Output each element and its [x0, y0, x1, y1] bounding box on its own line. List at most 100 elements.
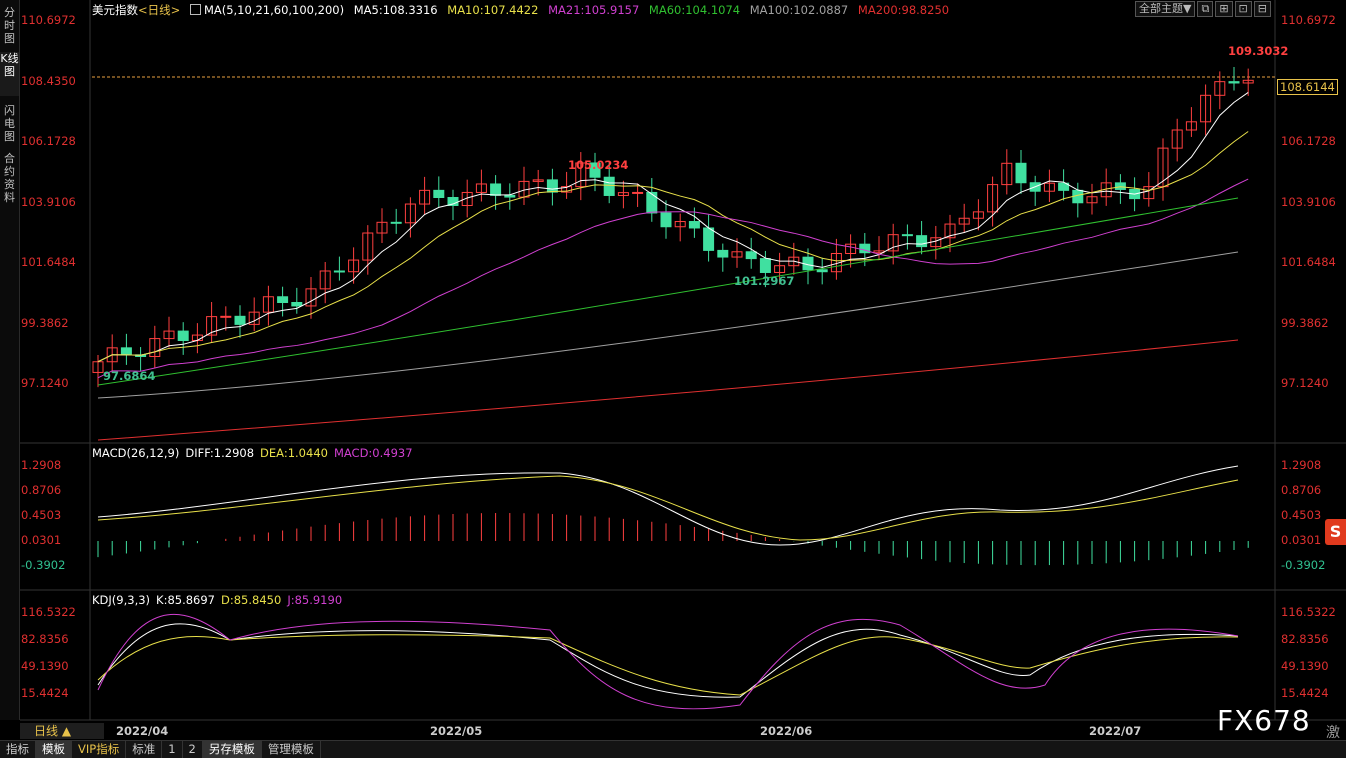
y-tick-left: 106.1728 [21, 134, 76, 148]
candle-body [717, 249, 729, 258]
macd-dea: DEA:1.0440 [260, 446, 328, 460]
date-tick: 2022/07 [1089, 724, 1142, 738]
macd-y-tick-left: -0.3902 [21, 558, 66, 572]
macd-y-tick-right: -0.3902 [1281, 558, 1326, 572]
candle-body [745, 251, 757, 260]
sogou-s-icon[interactable]: S [1325, 519, 1346, 545]
ma200-value: MA200:98.8250 [857, 3, 950, 17]
tab-one[interactable]: 1 [162, 741, 183, 758]
annotation-high: 109.3032 [1228, 44, 1289, 58]
y-tick-right: 97.1240 [1281, 376, 1329, 390]
date-tick: 2022/05 [430, 724, 483, 738]
candle-body [660, 212, 672, 228]
ma-label: MA(5,10,21,60,100,200) [203, 3, 345, 17]
macd-legend: MACD(26,12,9) DIFF:1.2908 DEA:1.0440 MACD:0… [92, 446, 419, 460]
manage-template-button[interactable]: 管理模板 [262, 741, 321, 758]
y-tick-left: 110.6972 [21, 13, 76, 27]
macd-diff-line [97, 465, 1239, 546]
ma200-line [97, 339, 1239, 441]
ma21-line [97, 178, 1249, 379]
macd-y-tick-left: 0.0301 [21, 533, 62, 547]
kdj-y-tick-right: 82.8356 [1281, 632, 1329, 646]
y-tick-left: 108.4350 [21, 74, 76, 88]
macd-y-tick-left: 1.2908 [21, 458, 62, 472]
candle-body [901, 234, 913, 237]
ma60-value: MA60:104.1074 [648, 3, 741, 17]
macd-dea-line [97, 475, 1239, 541]
tab-standard[interactable]: 标准 [126, 741, 163, 758]
period-selector[interactable]: 日线 ▲ [20, 723, 104, 739]
macd-y-tick-right: 0.8706 [1281, 483, 1322, 497]
candle-body [277, 296, 289, 304]
date-tick: 2022/04 [116, 724, 169, 738]
annotation-mid-high: 105.0234 [568, 158, 629, 172]
candle-body [816, 269, 828, 273]
macd-y-tick-left: 0.4503 [21, 508, 62, 522]
macd-y-tick-right: 1.2908 [1281, 458, 1322, 472]
theme-dropdown[interactable]: 全部主题▼ [1135, 1, 1196, 17]
candle-body [333, 270, 345, 273]
period-tag: <日线> [138, 3, 181, 17]
restore-icon[interactable]: ⧉ [1197, 1, 1214, 17]
kdj-j: J:85.9190 [287, 593, 343, 607]
kdj-y-tick-right: 49.1390 [1281, 659, 1329, 673]
close-icon[interactable]: ⊟ [1253, 1, 1271, 17]
main-legend: 美元指数<日线> MA(5,10,21,60,100,200) MA5:108.… [92, 2, 955, 18]
candle-body [916, 235, 928, 248]
candle-body [1114, 182, 1126, 190]
y-tick-right: 110.6972 [1281, 13, 1336, 27]
y-tick-right: 101.6484 [1281, 255, 1336, 269]
candle-body [688, 221, 700, 229]
kdj-label: KDJ(9,3,3) [92, 593, 151, 607]
date-tick: 2022/06 [760, 724, 813, 738]
y-tick-left: 101.6484 [21, 255, 76, 269]
candle-body [390, 221, 402, 224]
macd-y-tick-left: 0.8706 [21, 483, 62, 497]
macd-diff: DIFF:1.2908 [185, 446, 255, 460]
kline-chart[interactable] [0, 0, 1346, 740]
tab-template[interactable]: 模板 [36, 741, 72, 758]
macd-label: MACD(26,12,9) [92, 446, 180, 460]
y-tick-right: 103.9106 [1281, 195, 1336, 209]
tab-vip-indicator[interactable]: VIP指标 [72, 741, 127, 758]
bottom-template-bar: 指标 模板 VIP指标 标准 1 2 另存模板 管理模板 [0, 740, 1346, 758]
kdj-d: D:85.8450 [221, 593, 282, 607]
macd-y-tick-right: 0.4503 [1281, 508, 1322, 522]
ma100-value: MA100:102.0887 [749, 3, 849, 17]
kdj-d-line [97, 634, 1239, 696]
fullscreen-icon[interactable]: ⊡ [1234, 1, 1252, 17]
ma10-line [97, 131, 1249, 363]
kdj-legend: KDJ(9,3,3) K:85.8697 D:85.8450 J:85.9190 [92, 593, 348, 607]
candle-body [546, 179, 558, 193]
ma-checkbox-icon[interactable] [189, 4, 201, 15]
annotation-mid-low: 101.2967 [734, 274, 795, 288]
grid-icon[interactable]: ⊞ [1215, 1, 1233, 17]
ma21-value: MA21:105.9157 [548, 3, 640, 17]
tab-indicator[interactable]: 指标 [0, 741, 36, 758]
candle-body [490, 183, 502, 196]
fx678-watermark: FX678 [1217, 704, 1311, 737]
kdj-y-tick-left: 15.4424 [21, 686, 69, 700]
tab-two[interactable]: 2 [183, 741, 203, 758]
y-tick-left: 97.1240 [21, 376, 69, 390]
candle-body [632, 191, 644, 194]
kdj-j-line [97, 613, 1239, 710]
macd-value: MACD:0.4937 [333, 446, 413, 460]
candle-body [703, 227, 715, 251]
save-template-button[interactable]: 另存模板 [202, 741, 262, 758]
kdj-y-tick-right: 15.4424 [1281, 686, 1329, 700]
candle-body [1228, 81, 1240, 84]
kdj-k: K:85.8697 [156, 593, 216, 607]
candle-body [220, 315, 232, 318]
candle-body [433, 189, 445, 198]
y-tick-left: 99.3862 [21, 316, 69, 330]
instrument-name: 美元指数 [92, 3, 138, 17]
candle-body [504, 194, 516, 198]
chart-toolbar: 全部主题▼ ⧉ ⊞ ⊡ ⊟ [1135, 1, 1271, 17]
candle-body [177, 330, 189, 341]
kdj-y-tick-left: 49.1390 [21, 659, 69, 673]
candle-body [646, 191, 658, 214]
candle-body [1015, 162, 1027, 184]
ma100-line [97, 251, 1239, 399]
watermark-extra: 激 [1326, 725, 1340, 741]
